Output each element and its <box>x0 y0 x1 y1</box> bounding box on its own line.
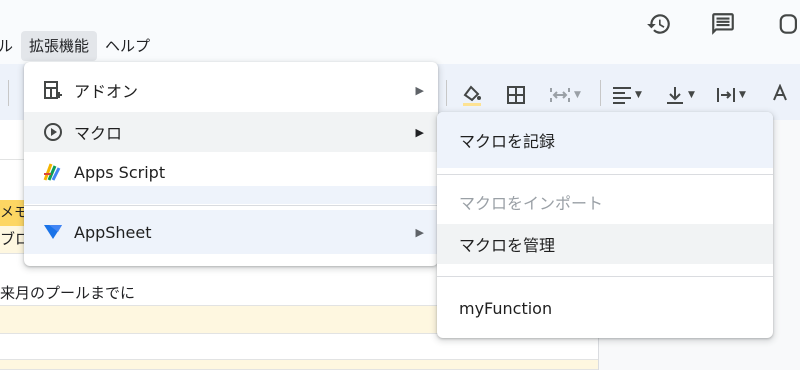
menu-item-label: マクロをインポート <box>459 194 604 213</box>
menu-item-myfunction[interactable]: myFunction <box>437 288 773 328</box>
chevron-down-icon: ▼ <box>688 90 695 100</box>
macro-submenu: マクロを記録 マクロをインポート マクロを管理 myFunction <box>437 112 773 338</box>
text-wrap-icon[interactable]: ▼ <box>716 82 746 108</box>
grid-row[interactable] <box>0 360 598 370</box>
chevron-down-icon: ▼ <box>635 90 642 100</box>
submenu-arrow-icon: ▶ <box>415 225 424 239</box>
chevron-down-icon: ▼ <box>739 90 746 100</box>
chevron-down-icon: ▼ <box>574 90 581 100</box>
menu-item-label: myFunction <box>459 298 553 318</box>
menu-item-macros[interactable]: マクロ ▶ <box>24 112 438 152</box>
toolbar-divider <box>446 80 447 106</box>
menu-help[interactable]: ヘルプ <box>97 31 158 61</box>
menu-item-label: マクロを管理 <box>459 236 556 255</box>
submenu-arrow-icon: ▶ <box>415 125 424 139</box>
vertical-align-icon[interactable]: ▼ <box>665 82 695 108</box>
menu-tools[interactable]: ル <box>0 31 21 61</box>
menu-item-label: AppSheet <box>74 222 152 242</box>
addons-icon <box>42 79 64 101</box>
toolbar-divider <box>8 80 9 106</box>
text-color-icon[interactable] <box>770 82 790 108</box>
cell-text: 来月のプールまでに <box>0 284 136 302</box>
menu-item-manage-macros[interactable]: マクロを管理 <box>437 224 773 264</box>
menu-item-record-macro[interactable]: マクロを記録 <box>437 112 773 168</box>
borders-icon[interactable] <box>506 82 526 108</box>
menu-item-label: マクロ <box>74 124 123 143</box>
align-icon[interactable]: ▼ <box>612 82 642 108</box>
menu-divider <box>24 205 438 206</box>
menu-item-label: Apps Script <box>74 162 166 182</box>
appsheet-icon <box>42 221 64 243</box>
submenu-arrow-icon: ▶ <box>415 83 424 97</box>
fill-color-icon[interactable] <box>461 82 483 108</box>
comment-icon[interactable] <box>707 8 739 40</box>
macro-play-icon <box>42 121 64 143</box>
menu-divider <box>437 276 773 277</box>
menu-divider <box>437 174 773 175</box>
extensions-menu: アドオン ▶ マクロ ▶ Apps Script AppSheet ▶ <box>24 62 438 266</box>
menu-item-label: アドオン <box>74 82 139 101</box>
meet-icon[interactable] <box>768 8 800 40</box>
menu-item-addons[interactable]: アドオン ▶ <box>24 70 438 110</box>
menu-extensions[interactable]: 拡張機能 <box>21 31 98 61</box>
history-icon[interactable] <box>643 8 675 40</box>
menu-bar: ル 拡張機能 ヘルプ <box>0 30 158 62</box>
merge-cells-icon[interactable]: ▼ <box>549 82 581 108</box>
toolbar-divider <box>600 80 601 106</box>
menu-item-appsheet[interactable]: AppSheet ▶ <box>24 210 438 254</box>
menu-item-import-macro: マクロをインポート <box>437 182 773 222</box>
apps-script-icon <box>42 161 64 183</box>
menu-spacer <box>24 186 438 204</box>
menu-item-label: マクロを記録 <box>459 132 556 151</box>
